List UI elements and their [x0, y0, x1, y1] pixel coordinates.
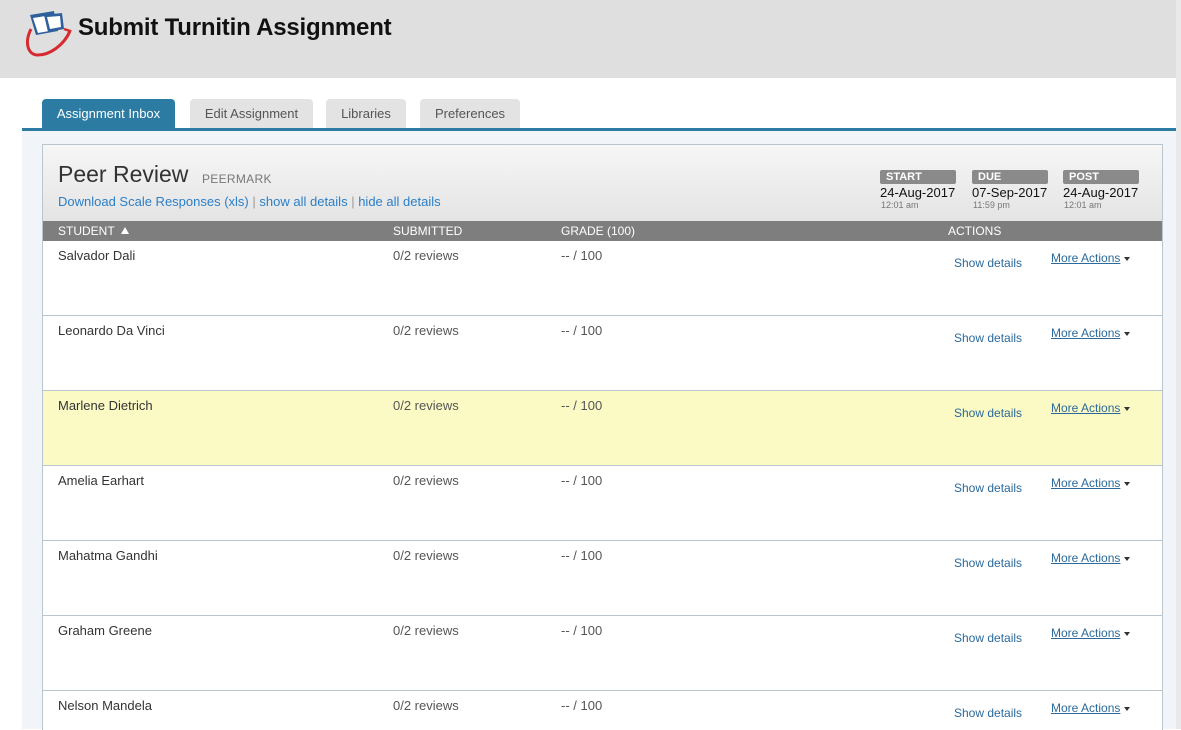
grade-value: -- / 100	[561, 323, 603, 338]
more-actions-label: More Actions	[1051, 476, 1121, 490]
submitted-count: 0/2 reviews	[393, 698, 459, 713]
assignment-links: Download Scale Responses (xls) | show al…	[58, 194, 441, 209]
post-date-value: 24-Aug-2017	[1063, 185, 1139, 200]
submitted-count: 0/2 reviews	[393, 623, 459, 638]
more-actions-dropdown[interactable]: More Actions	[1051, 626, 1131, 640]
chevron-down-icon	[1124, 256, 1131, 261]
more-actions-dropdown[interactable]: More Actions	[1051, 551, 1131, 565]
more-actions-label: More Actions	[1051, 701, 1121, 715]
table-row: Amelia Earhart 0/2 reviews -- / 100 Show de…	[43, 466, 1162, 541]
table-row: Leonardo Da Vinci 0/2 reviews -- / 100 Show…	[43, 316, 1162, 391]
column-actions: ACTIONS	[948, 224, 1002, 238]
grade-value: -- / 100	[561, 398, 603, 413]
tab-edit-assignment[interactable]: Edit Assignment	[190, 99, 313, 129]
tab-libraries[interactable]: Libraries	[326, 99, 406, 129]
show-details-link[interactable]: Show details	[954, 481, 1022, 495]
submitted-count: 0/2 reviews	[393, 473, 459, 488]
grade-value: -- / 100	[561, 548, 603, 563]
more-actions-label: More Actions	[1051, 551, 1121, 565]
submitted-count: 0/2 reviews	[393, 548, 459, 563]
show-details-link[interactable]: Show details	[954, 331, 1022, 345]
link-separator: |	[252, 194, 256, 209]
assignment-title: Peer Review	[58, 161, 189, 187]
more-actions-label: More Actions	[1051, 251, 1121, 265]
student-name: Leonardo Da Vinci	[58, 323, 165, 338]
show-details-link[interactable]: Show details	[954, 556, 1022, 570]
show-details-link[interactable]: Show details	[954, 706, 1022, 720]
submitted-count: 0/2 reviews	[393, 248, 459, 263]
grade-value: -- / 100	[561, 623, 603, 638]
due-date-value: 07-Sep-2017	[972, 185, 1048, 200]
chevron-down-icon	[1124, 406, 1131, 411]
student-name: Amelia Earhart	[58, 473, 144, 488]
column-submitted[interactable]: SUBMITTED	[393, 224, 462, 238]
more-actions-dropdown[interactable]: More Actions	[1051, 701, 1131, 715]
show-details-link[interactable]: Show details	[954, 631, 1022, 645]
table-row: Salvador Dali 0/2 reviews -- / 100 Show det…	[43, 241, 1162, 316]
page-title: Submit Turnitin Assignment	[78, 14, 392, 41]
download-scale-responses-link[interactable]: Download Scale Responses (xls)	[58, 194, 249, 209]
more-actions-dropdown[interactable]: More Actions	[1051, 251, 1131, 265]
start-date: START 24-Aug-2017 12:01 am	[880, 170, 960, 210]
table-header: STUDENT SUBMITTED GRADE (100) ACTIONS	[43, 221, 1162, 241]
more-actions-label: More Actions	[1051, 326, 1121, 340]
student-name: Nelson Mandela	[58, 698, 152, 713]
table-row: Mahatma Gandhi 0/2 reviews -- / 100 Show de…	[43, 541, 1162, 616]
grade-value: -- / 100	[561, 698, 603, 713]
hide-all-details-link[interactable]: hide all details	[358, 194, 440, 209]
submitted-count: 0/2 reviews	[393, 323, 459, 338]
chevron-down-icon	[1124, 556, 1131, 561]
assignment-type: PEERMARK	[202, 172, 272, 186]
turnitin-logo-icon	[26, 11, 72, 57]
post-date-label: POST	[1063, 170, 1139, 184]
more-actions-dropdown[interactable]: More Actions	[1051, 401, 1131, 415]
chevron-down-icon	[1124, 631, 1131, 636]
student-name: Mahatma Gandhi	[58, 548, 158, 563]
more-actions-dropdown[interactable]: More Actions	[1051, 326, 1131, 340]
post-date: POST 24-Aug-2017 12:01 am	[1063, 170, 1143, 210]
assignment-header: Peer Review PEERMARK Download Scale Resp…	[43, 145, 1162, 221]
due-date-label: DUE	[972, 170, 1048, 184]
more-actions-label: More Actions	[1051, 626, 1121, 640]
student-table-body: Salvador Dali 0/2 reviews -- / 100 Show det…	[43, 241, 1162, 730]
column-grade[interactable]: GRADE (100)	[561, 224, 635, 238]
more-actions-dropdown[interactable]: More Actions	[1051, 476, 1131, 490]
grade-value: -- / 100	[561, 473, 603, 488]
tab-assignment-inbox[interactable]: Assignment Inbox	[42, 99, 175, 129]
submitted-count: 0/2 reviews	[393, 398, 459, 413]
column-student-label: STUDENT	[58, 224, 115, 238]
show-all-details-link[interactable]: show all details	[259, 194, 347, 209]
sort-ascending-icon	[120, 227, 129, 234]
chevron-down-icon	[1124, 331, 1131, 336]
student-name: Salvador Dali	[58, 248, 136, 263]
student-name: Marlene Dietrich	[58, 398, 153, 413]
start-date-value: 24-Aug-2017	[880, 185, 956, 200]
table-row: Marlene Dietrich 0/2 reviews -- / 100 Show …	[43, 391, 1162, 466]
student-name: Graham Greene	[58, 623, 152, 638]
show-details-link[interactable]: Show details	[954, 406, 1022, 420]
chevron-down-icon	[1124, 706, 1131, 711]
start-date-time: 12:01 am	[881, 200, 919, 210]
table-row: Graham Greene 0/2 reviews -- / 100 Show det…	[43, 616, 1162, 691]
app-header: Submit Turnitin Assignment	[0, 0, 1181, 78]
due-date-time: 11:59 pm	[973, 200, 1010, 210]
tab-underline	[22, 128, 1181, 131]
show-details-link[interactable]: Show details	[954, 256, 1022, 270]
start-date-label: START	[880, 170, 956, 184]
tab-preferences[interactable]: Preferences	[420, 99, 520, 129]
link-separator: |	[351, 194, 355, 209]
grade-value: -- / 100	[561, 248, 603, 263]
chevron-down-icon	[1124, 481, 1131, 486]
table-row: Nelson Mandela 0/2 reviews -- / 100 Show de…	[43, 691, 1162, 730]
post-date-time: 12:01 am	[1064, 200, 1102, 210]
scrollbar-track[interactable]	[1176, 0, 1181, 729]
due-date: DUE 07-Sep-2017 11:59 pm	[972, 170, 1052, 210]
assignment-panel: Peer Review PEERMARK Download Scale Resp…	[42, 144, 1163, 730]
column-student[interactable]: STUDENT	[58, 224, 129, 238]
more-actions-label: More Actions	[1051, 401, 1121, 415]
